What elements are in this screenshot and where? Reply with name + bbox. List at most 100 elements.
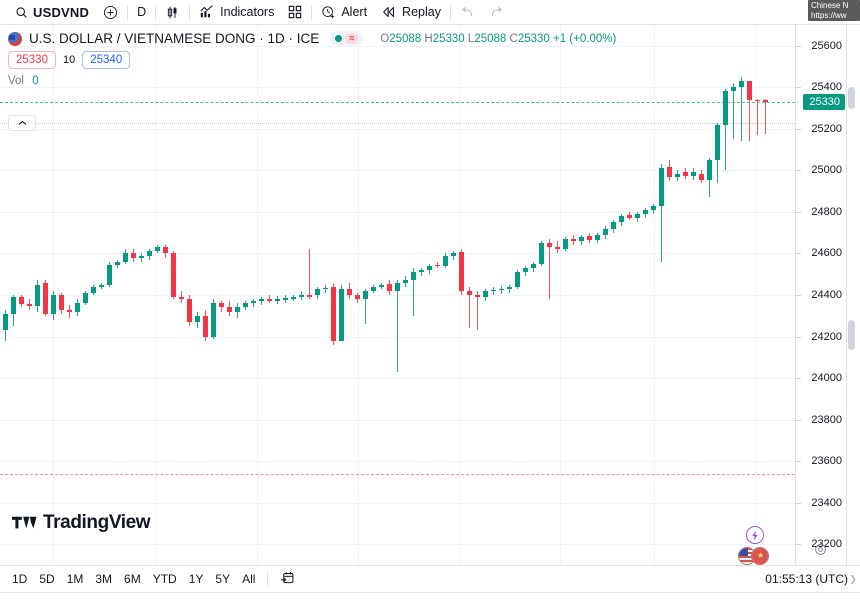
vertical-scrollbar-thumb-top[interactable] — [848, 87, 855, 109]
candle-body — [363, 291, 368, 299]
price-axis-tick — [796, 170, 801, 171]
candle-body — [163, 247, 168, 253]
symbol-search-button[interactable]: USDVND — [8, 0, 96, 25]
candle-body — [595, 235, 600, 240]
date-range-button[interactable] — [274, 568, 301, 591]
candle-body — [427, 266, 432, 270]
candle-body — [443, 256, 448, 266]
timeframe-5d[interactable]: 5D — [33, 570, 60, 588]
lightning-bolt-button[interactable] — [746, 526, 764, 544]
current-price-badge[interactable]: 25330 — [803, 94, 845, 110]
candle-body — [483, 291, 488, 297]
volume-value: 0 — [32, 75, 38, 87]
gridline-horizontal — [0, 461, 795, 462]
timeframe-1m[interactable]: 1M — [61, 570, 90, 588]
candle-wick — [397, 280, 398, 371]
gridline-horizontal — [0, 544, 795, 545]
chart-pane[interactable]: TradingView U.S. DOLLAR / VIETNAMESE DON… — [0, 25, 795, 565]
chevron-up-icon — [18, 120, 27, 126]
legend-quote-row: 25330 10 25340 — [8, 51, 616, 69]
grid-layout-icon — [288, 5, 302, 19]
timeframe-1d[interactable]: 1D — [6, 570, 33, 588]
candle-body — [35, 285, 40, 307]
bottom-divider — [267, 572, 268, 587]
price-change: +1 (+0.00%) — [553, 33, 616, 45]
candle-body — [747, 81, 752, 100]
candle-body — [67, 310, 72, 312]
timeframe-6m[interactable]: 6M — [118, 570, 147, 588]
candle-body — [267, 299, 272, 301]
vietnam-flag-icon[interactable]: ★ — [751, 547, 769, 565]
volume-label: Vol — [8, 75, 24, 87]
legend-title-row: U.S. DOLLAR / VIETNAMESE DONG · 1D · ICE… — [8, 31, 616, 46]
timeframe-3m[interactable]: 3M — [89, 570, 118, 588]
candle-body — [467, 291, 472, 295]
gridline-horizontal — [0, 378, 795, 379]
layout-button[interactable] — [281, 0, 309, 25]
price-axis-tick — [796, 46, 801, 47]
add-symbol-button[interactable] — [96, 0, 125, 25]
market-status-badge[interactable]: ≈ — [330, 31, 363, 46]
candlestick-icon — [165, 5, 180, 20]
collapse-pane-button[interactable] — [8, 115, 36, 131]
candle-body — [291, 297, 296, 299]
candle-wick — [69, 305, 70, 317]
alert-button[interactable]: Alert — [314, 0, 374, 25]
alert-label: Alert — [341, 5, 367, 19]
candle-body — [515, 272, 520, 287]
interval-label: D — [137, 5, 146, 19]
candle-body — [307, 295, 312, 297]
candle-body — [619, 216, 624, 222]
delayed-data-badge: ≈ — [345, 33, 358, 44]
candle-body — [107, 265, 112, 285]
session-clock: 01:55:13 (UTC) — [765, 572, 854, 586]
bid-price-badge[interactable]: 25330 — [8, 51, 56, 69]
replay-button[interactable]: Replay — [374, 0, 448, 25]
chart-type-button[interactable] — [158, 0, 187, 25]
candle-body — [371, 287, 376, 291]
candle-body — [19, 297, 24, 304]
candle-body — [235, 307, 240, 311]
price-axis-label: 23400 — [811, 497, 842, 509]
tradingview-chart-app: USDVND D — [0, 0, 860, 605]
timeframe-all[interactable]: All — [236, 570, 261, 588]
candle-body — [379, 285, 384, 287]
candle-body — [403, 280, 408, 282]
vertical-scrollbar-thumb-bottom[interactable] — [848, 320, 855, 350]
timeframe-list: 1D5D1M3M6MYTD1Y5YAll — [6, 570, 261, 588]
high-label: H — [424, 33, 432, 45]
price-axis-label: 24000 — [811, 372, 842, 384]
expand-panel-button[interactable]: ❯ — [848, 569, 858, 589]
candle-body — [683, 172, 688, 175]
market-open-dot — [335, 35, 342, 42]
indicators-button[interactable]: Indicators — [192, 0, 281, 25]
price-axis-tick — [796, 503, 801, 504]
reference-price-line — [0, 474, 795, 475]
alert-clock-icon — [321, 5, 336, 20]
candle-body — [43, 283, 48, 314]
candle-body — [451, 253, 456, 255]
candle-body — [611, 222, 616, 228]
spread-value: 10 — [63, 54, 75, 66]
price-axis-settings-button[interactable] — [814, 543, 827, 559]
usd-vnd-flag-icon — [8, 32, 22, 46]
interval-button[interactable]: D — [130, 0, 153, 25]
price-axis[interactable]: 2560025400252002500024800246002440024200… — [795, 25, 846, 565]
timeframe-5y[interactable]: 5Y — [209, 570, 236, 588]
candle-body — [651, 206, 656, 210]
ask-price-badge[interactable]: 25340 — [82, 51, 130, 69]
candle-body — [251, 301, 256, 303]
symbol-label: USDVND — [33, 5, 89, 20]
candle-body — [155, 247, 160, 251]
timeframe-1y[interactable]: 1Y — [183, 570, 210, 588]
candle-body — [707, 160, 712, 180]
price-axis-label: 25200 — [811, 123, 842, 135]
ohlc-values: O25088 H25330 L25088 C25330 +1 (+0.00%) — [380, 33, 616, 45]
timeframe-ytd[interactable]: YTD — [147, 570, 183, 588]
candle-body — [475, 295, 480, 297]
redo-button[interactable] — [482, 0, 511, 25]
undo-button[interactable] — [453, 0, 482, 25]
symbol-description[interactable]: U.S. DOLLAR / VIETNAMESE DONG · 1D · ICE — [29, 31, 319, 46]
candle-wick — [765, 99, 766, 134]
candle-body — [259, 299, 264, 301]
